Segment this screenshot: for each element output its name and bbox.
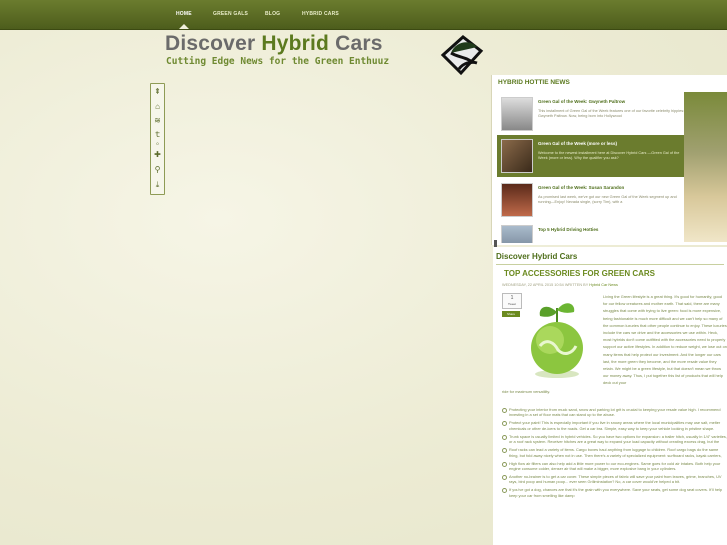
- twitter-count: 0: [156, 141, 159, 146]
- share-button[interactable]: Share: [502, 311, 520, 317]
- scroll-top-icon[interactable]: ⇞: [152, 86, 163, 97]
- site-tagline: Cutting Edge News for the Green Enthuuz: [166, 56, 390, 67]
- hottie-item-1[interactable]: Green Gal of the Week: Gwyneth Paltrow T…: [497, 93, 687, 135]
- hottie-thumbnail: [501, 183, 533, 217]
- list-item: Roof racks can lead a variety of items. …: [502, 447, 727, 458]
- hottie-title: Green Gal of the Week (more or less): [538, 141, 617, 146]
- list-item: High flow air filters can also help add …: [502, 461, 727, 472]
- post-category-link[interactable]: Hybrid Car News: [589, 283, 618, 287]
- nav-blog[interactable]: BLOG: [265, 11, 280, 17]
- nav-active-caret: [179, 24, 189, 29]
- post-intro: Living the Green lifestyle is a great th…: [603, 294, 727, 386]
- green-globe-image: [531, 303, 583, 378]
- hottie-excerpt: Welcome to the newest installment here a…: [538, 151, 680, 161]
- nav-home[interactable]: HOME: [176, 11, 192, 17]
- divider: [496, 264, 724, 265]
- hottie-item-2[interactable]: Green Gal of the Week (more or less) Wel…: [497, 135, 687, 177]
- search-icon[interactable]: ⚲: [152, 164, 163, 175]
- site-title[interactable]: Discover Hybrid Cars: [165, 32, 383, 56]
- top-nav: HOME GREEN GALS BLOG HYBRID CARS: [0, 0, 727, 30]
- plus-icon[interactable]: ✚: [152, 149, 163, 160]
- hottie-title: Top 5 Hybrid Driving Hotties: [538, 227, 599, 232]
- hottie-item-3[interactable]: Green Gal of the Week: Susan Sarandon As…: [497, 179, 687, 221]
- hottie-title: Green Gal of the Week: Gwyneth Paltrow: [538, 99, 626, 104]
- list-item: Another no-brainer is to get a car cover…: [502, 474, 727, 485]
- nav-hybrid-cars[interactable]: HYBRID CARS: [302, 11, 339, 17]
- hottie-thumbnail: [501, 97, 533, 131]
- list-item: Protecting your interior from muck sand,…: [502, 407, 727, 418]
- list-item: If you've got a dog, chances are that it…: [502, 487, 727, 498]
- leaf-logo-icon[interactable]: [437, 33, 485, 79]
- list-item: Trunk space is usually limited in hybrid…: [502, 434, 727, 445]
- home-icon[interactable]: ⌂: [152, 101, 163, 112]
- site-title-part2: Hybrid: [261, 32, 330, 55]
- hottie-thumbnail: [501, 139, 533, 173]
- tweet-count-button[interactable]: 1 Tweet: [502, 293, 522, 309]
- hottie-excerpt: As promised last week, we've got our new…: [538, 195, 677, 205]
- download-icon[interactable]: ⤓: [152, 179, 163, 190]
- post-title[interactable]: TOP ACCESSORIES FOR GREEN CARS: [504, 269, 655, 278]
- hottie-item-4[interactable]: Top 5 Hybrid Driving Hotties: [497, 221, 687, 243]
- post-intro-end: ride for maximum versatility.: [502, 389, 551, 394]
- main-content: Discover Hybrid Cars TOP ACCESSORIES FOR…: [493, 247, 727, 545]
- hottie-title: Green Gal of the Week: Susan Sarandon: [538, 185, 625, 190]
- list-item: Protect your paint! This is especially i…: [502, 420, 727, 431]
- hottie-news-heading: HYBRID HOTTIE NEWS: [498, 79, 570, 86]
- post-meta: WEDNESDAY, 22 APRIL 2015 10:54 WRITTEN B…: [502, 283, 618, 287]
- nav-green-gals[interactable]: GREEN GALS: [213, 11, 248, 17]
- social-toolbar: ⇞ ⌂ ≋ ｔ 0 ✚ ⚲ ⤓: [150, 83, 165, 195]
- main-heading: Discover Hybrid Cars: [496, 252, 578, 261]
- site-title-part3: Cars: [329, 32, 383, 55]
- tweet-label: Tweet: [507, 302, 516, 306]
- featured-photo[interactable]: [684, 92, 727, 242]
- hottie-thumbnail: [501, 225, 533, 243]
- accessory-list: Protecting your interior from muck sand,…: [502, 407, 727, 501]
- post-date: WEDNESDAY, 22 APRIL 2015 10:54 WRITTEN B…: [502, 283, 589, 287]
- tweet-count: 1: [510, 295, 514, 301]
- hottie-excerpt: This installment of Green Gal of the Wee…: [538, 109, 685, 119]
- rss-icon[interactable]: ≋: [152, 115, 163, 126]
- site-title-part1: Discover: [165, 32, 262, 55]
